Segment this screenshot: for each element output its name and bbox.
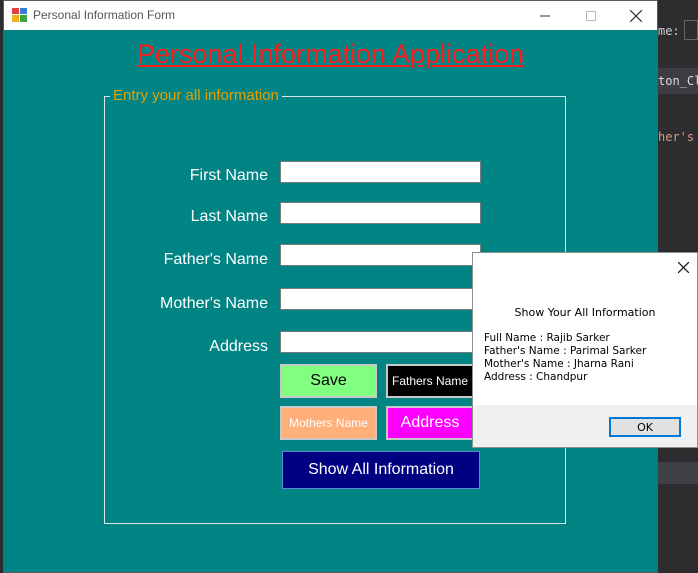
ide-text-snippet: me: <box>658 24 680 38</box>
show-all-information-button[interactable]: Show All Information <box>282 451 480 489</box>
address-input[interactable] <box>280 331 481 353</box>
fathers-name-input[interactable] <box>280 244 481 266</box>
last-name-input[interactable] <box>280 202 481 224</box>
app-icon <box>12 8 27 22</box>
message-close-button[interactable] <box>677 259 690 277</box>
message-line-mothers-name: Mother's Name : Jharna Rani <box>484 358 634 370</box>
message-line-full-name: Full Name : Rajib Sarker <box>484 332 610 344</box>
ide-tab-label: ton_Cli <box>658 74 698 88</box>
mothers-name-input[interactable] <box>280 288 481 310</box>
ide-code-snippet: her's N <box>658 130 698 144</box>
fathers-name-button[interactable]: Fathers Name <box>386 364 474 398</box>
app-heading: Personal Information Application <box>136 39 525 69</box>
last-name-label: Last Name <box>190 208 268 225</box>
fathers-name-label: Father's Name <box>163 251 268 268</box>
mothers-name-label: Mother's Name <box>160 295 268 312</box>
ide-field-box <box>684 20 698 40</box>
message-line-address: Address : Chandpur <box>484 371 588 383</box>
message-close-icon <box>677 261 690 274</box>
maximize-button[interactable] <box>568 1 614 30</box>
mothers-name-button[interactable]: Mothers Name <box>280 406 377 440</box>
minimize-icon <box>540 15 550 16</box>
save-button[interactable]: Save <box>280 364 377 398</box>
first-name-input[interactable] <box>280 161 481 183</box>
title-bar: Personal Information Form <box>4 1 657 30</box>
ide-status-strip <box>658 462 698 484</box>
message-box-dialog: Show Your All Information Full Name : Ra… <box>472 252 698 448</box>
groupbox-label: Entry your all information <box>110 87 282 104</box>
minimize-button[interactable] <box>522 1 568 30</box>
maximize-icon <box>586 10 596 21</box>
address-label: Address <box>209 338 268 355</box>
ide-tab: ton_Cli <box>658 68 698 94</box>
address-button[interactable]: Address <box>386 406 474 440</box>
ok-button[interactable]: OK <box>609 417 681 437</box>
message-footer: OK <box>473 405 697 447</box>
window-title: Personal Information Form <box>33 8 176 22</box>
message-caption: Show Your All Information <box>514 306 656 319</box>
close-icon <box>630 9 642 22</box>
message-line-fathers-name: Father's Name : Parimal Sarker <box>484 345 647 357</box>
close-button[interactable] <box>613 1 659 30</box>
first-name-label: First Name <box>189 167 268 184</box>
